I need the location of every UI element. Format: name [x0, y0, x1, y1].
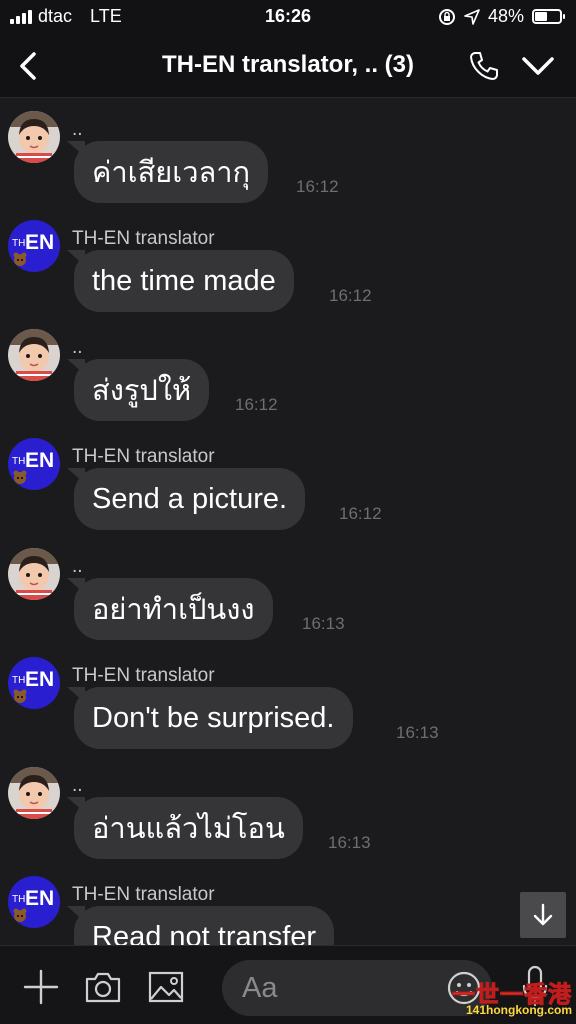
user-avatar[interactable]: [8, 548, 60, 600]
message-bubble[interactable]: ค่าเสียเวลากุ: [74, 141, 269, 203]
message-bubble[interactable]: อย่าทำเป็นงง: [74, 578, 273, 640]
bot-avatar[interactable]: TH EN: [8, 220, 60, 272]
image-icon[interactable]: [147, 968, 185, 1006]
message-time: 16:13: [302, 614, 345, 633]
message-bubble[interactable]: ส่งรูปให้: [74, 359, 210, 421]
message-time: 16:12: [329, 286, 372, 305]
message-list[interactable]: .. ค่าเสียเวลากุ 16:12 TH EN TH-EN transl…: [0, 99, 576, 945]
message-time: 16:12: [296, 177, 339, 196]
bot-avatar[interactable]: TH EN: [8, 876, 60, 928]
message-time: 16:12: [235, 395, 278, 414]
message-bubble[interactable]: the time made: [74, 250, 294, 312]
phone-call-icon[interactable]: [466, 48, 502, 84]
message-time: 16:12: [339, 504, 382, 523]
sender-name: TH-EN translator: [72, 884, 215, 905]
bot-avatar[interactable]: TH EN: [8, 657, 60, 709]
bot-avatar-big-text: EN: [25, 668, 54, 691]
user-avatar[interactable]: [8, 329, 60, 381]
watermark-url: 141hongkong.com: [465, 1003, 572, 1017]
plus-icon[interactable]: [22, 968, 60, 1006]
sender-name: ..: [72, 119, 83, 140]
user-avatar[interactable]: [8, 767, 60, 819]
bot-avatar-small-text: TH: [12, 894, 25, 905]
bot-avatar-small-text: TH: [12, 675, 25, 686]
rotation-lock-icon: [438, 8, 455, 25]
sender-name: TH-EN translator: [72, 446, 215, 467]
watermark: 一世一香港 141hongkong.com: [446, 975, 573, 1021]
user-avatar[interactable]: [8, 111, 60, 163]
sender-name: ..: [72, 337, 83, 358]
message-bubble[interactable]: Don't be surprised.: [74, 687, 353, 749]
message-input-placeholder: Aa: [242, 972, 278, 1004]
bot-avatar-big-text: EN: [25, 231, 54, 254]
message-bubble[interactable]: อ่านแล้วไม่โอน: [74, 797, 303, 859]
battery-percent: 48%: [487, 6, 524, 26]
chat-header: TH-EN translator, .. (3): [0, 34, 576, 98]
bot-avatar-big-text: EN: [25, 887, 54, 910]
sender-name: TH-EN translator: [72, 665, 215, 686]
sender-name: TH-EN translator: [72, 228, 215, 249]
battery-icon: [532, 9, 565, 24]
bot-avatar[interactable]: TH EN: [8, 438, 60, 490]
sender-name: ..: [72, 556, 83, 577]
message-bubble[interactable]: Send a picture.: [74, 468, 306, 530]
message-row: TH EN TH-EN translator Read not transfer: [0, 864, 576, 945]
sender-name: ..: [72, 775, 83, 796]
chevron-down-icon[interactable]: [518, 48, 558, 84]
bot-avatar-small-text: TH: [12, 238, 25, 249]
bot-avatar-big-text: EN: [25, 449, 54, 472]
message-time: 16:13: [328, 833, 371, 852]
location-arrow-icon: [464, 8, 480, 25]
status-bar: dtac LTE 16:26 48%: [0, 0, 576, 34]
arrow-down-icon: [533, 903, 553, 926]
bot-avatar-small-text: TH: [12, 456, 25, 467]
message-bubble[interactable]: Read not transfer: [74, 906, 335, 945]
scroll-to-bottom-button[interactable]: [520, 892, 566, 938]
camera-icon[interactable]: [84, 968, 122, 1006]
message-time: 16:13: [396, 723, 439, 742]
